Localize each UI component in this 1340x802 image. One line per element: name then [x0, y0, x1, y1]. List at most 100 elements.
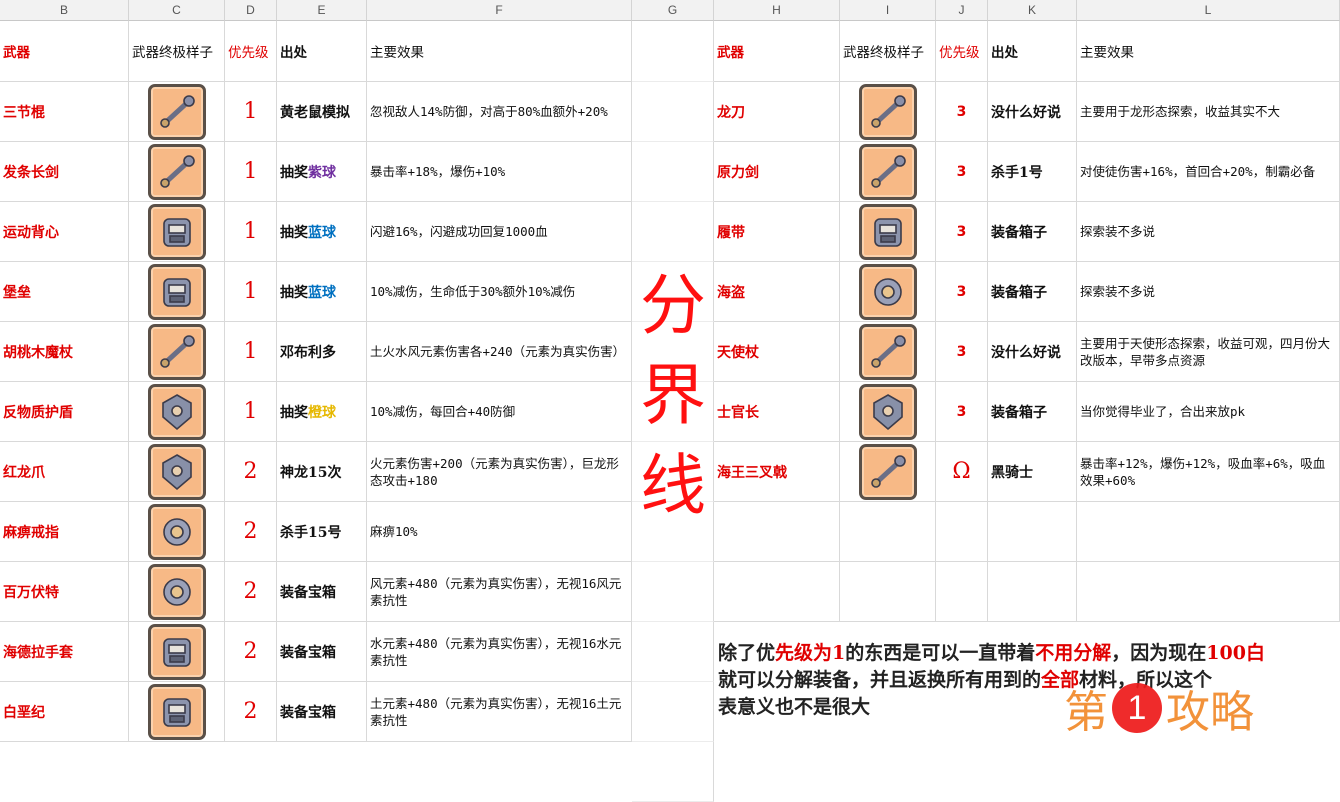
weapon-image-cell[interactable] [129, 442, 225, 502]
empty-cell[interactable] [988, 562, 1077, 622]
source-cell[interactable]: 黑骑士 [988, 442, 1077, 502]
column-header[interactable]: H [714, 0, 840, 21]
empty-cell[interactable] [714, 502, 840, 562]
header-effect[interactable]: 主要效果 [367, 21, 632, 82]
priority-cell[interactable]: 2 [225, 622, 277, 682]
effect-cell[interactable]: 忽视敌人14%防御，对高于80%血额外+20% [367, 82, 632, 142]
effect-cell[interactable]: 当你觉得毕业了，合出来放pk [1077, 382, 1340, 442]
effect-cell[interactable]: 暴击率+18%，爆伤+10% [367, 142, 632, 202]
header-look[interactable]: 武器终极样子 [840, 21, 936, 82]
weapon-image-cell[interactable] [129, 682, 225, 742]
empty-cell[interactable] [1077, 562, 1340, 622]
source-cell[interactable]: 杀手1号 [988, 142, 1077, 202]
empty-cell[interactable] [936, 562, 988, 622]
header-effect[interactable]: 主要效果 [1077, 21, 1340, 82]
column-header[interactable]: I [840, 0, 936, 21]
weapon-image-cell[interactable] [840, 382, 936, 442]
source-cell[interactable]: 黄老鼠模拟 [277, 82, 367, 142]
priority-cell[interactable]: 3 [936, 82, 988, 142]
weapon-image-cell[interactable] [129, 82, 225, 142]
header-weapon[interactable]: 武器 [0, 21, 129, 82]
weapon-image-cell[interactable] [129, 262, 225, 322]
weapon-name-cell[interactable]: 胡桃木魔杖 [0, 322, 129, 382]
weapon-name-cell[interactable]: 运动背心 [0, 202, 129, 262]
column-header[interactable]: L [1077, 0, 1340, 21]
source-cell[interactable]: 杀手15号 [277, 502, 367, 562]
source-cell[interactable]: 抽奖 橙球 [277, 382, 367, 442]
weapon-name-cell[interactable]: 龙刀 [714, 82, 840, 142]
effect-cell[interactable]: 主要用于天使形态探索，收益可观，四月份大改版本，早带多点资源 [1077, 322, 1340, 382]
weapon-image-cell[interactable] [129, 622, 225, 682]
header-source[interactable]: 出处 [277, 21, 367, 82]
weapon-image-cell[interactable] [840, 442, 936, 502]
priority-cell[interactable]: 3 [936, 382, 988, 442]
weapon-name-cell[interactable]: 士官长 [714, 382, 840, 442]
source-cell[interactable]: 装备箱子 [988, 202, 1077, 262]
effect-cell[interactable]: 探索装不多说 [1077, 202, 1340, 262]
priority-cell[interactable]: 1 [225, 322, 277, 382]
weapon-image-cell[interactable] [129, 322, 225, 382]
effect-cell[interactable]: 闪避16%，闪避成功回复1000血 [367, 202, 632, 262]
weapon-image-cell[interactable] [840, 322, 936, 382]
priority-cell[interactable]: 3 [936, 262, 988, 322]
weapon-name-cell[interactable]: 麻痹戒指 [0, 502, 129, 562]
effect-cell[interactable]: 水元素+480（元素为真实伤害），无视16水元素抗性 [367, 622, 632, 682]
priority-cell[interactable]: 1 [225, 262, 277, 322]
weapon-name-cell[interactable]: 堡垒 [0, 262, 129, 322]
weapon-image-cell[interactable] [840, 202, 936, 262]
effect-cell[interactable]: 麻痹10% [367, 502, 632, 562]
weapon-name-cell[interactable]: 百万伏特 [0, 562, 129, 622]
header-weapon[interactable]: 武器 [714, 21, 840, 82]
weapon-name-cell[interactable]: 履带 [714, 202, 840, 262]
priority-cell[interactable]: 3 [936, 142, 988, 202]
weapon-image-cell[interactable] [840, 142, 936, 202]
weapon-name-cell[interactable]: 反物质护盾 [0, 382, 129, 442]
weapon-image-cell[interactable] [129, 142, 225, 202]
weapon-name-cell[interactable]: 发条长剑 [0, 142, 129, 202]
weapon-image-cell[interactable] [840, 262, 936, 322]
effect-cell[interactable]: 暴击率+12%，爆伤+12%，吸血率+6%，吸血效果+60% [1077, 442, 1340, 502]
weapon-image-cell[interactable] [129, 382, 225, 442]
source-cell[interactable]: 神龙15次 [277, 442, 367, 502]
priority-cell[interactable]: 2 [225, 562, 277, 622]
source-cell[interactable]: 装备箱子 [988, 382, 1077, 442]
weapon-name-cell[interactable]: 海王三叉戟 [714, 442, 840, 502]
empty-cell[interactable] [988, 502, 1077, 562]
weapon-image-cell[interactable] [129, 502, 225, 562]
weapon-name-cell[interactable]: 海德拉手套 [0, 622, 129, 682]
effect-cell[interactable]: 火元素伤害+200（元素为真实伤害），巨龙形态攻击+180 [367, 442, 632, 502]
effect-cell[interactable]: 对使徒伤害+16%，首回合+20%，制霸必备 [1077, 142, 1340, 202]
priority-cell[interactable]: Ω [936, 442, 988, 502]
effect-cell[interactable]: 10%减伤，每回合+40防御 [367, 382, 632, 442]
column-header[interactable]: K [988, 0, 1077, 21]
source-cell[interactable]: 邓布利多 [277, 322, 367, 382]
source-cell[interactable]: 装备宝箱 [277, 682, 367, 742]
empty-cell[interactable] [840, 562, 936, 622]
column-header[interactable]: F [367, 0, 632, 21]
empty-cell[interactable] [1077, 502, 1340, 562]
priority-cell[interactable]: 3 [936, 202, 988, 262]
priority-cell[interactable]: 2 [225, 442, 277, 502]
effect-cell[interactable]: 探索装不多说 [1077, 262, 1340, 322]
source-cell[interactable]: 装备宝箱 [277, 622, 367, 682]
weapon-image-cell[interactable] [129, 202, 225, 262]
priority-cell[interactable]: 3 [936, 322, 988, 382]
effect-cell[interactable]: 土元素+480（元素为真实伤害），无视16土元素抗性 [367, 682, 632, 742]
source-cell[interactable]: 没什么好说 [988, 322, 1077, 382]
column-header[interactable]: D [225, 0, 277, 21]
weapon-name-cell[interactable]: 天使杖 [714, 322, 840, 382]
header-priority[interactable]: 优先级 [936, 21, 988, 82]
priority-cell[interactable]: 2 [225, 682, 277, 742]
effect-cell[interactable]: 主要用于龙形态探索，收益其实不大 [1077, 82, 1340, 142]
weapon-image-cell[interactable] [129, 562, 225, 622]
empty-cell[interactable] [840, 502, 936, 562]
priority-cell[interactable]: 1 [225, 142, 277, 202]
priority-cell[interactable]: 2 [225, 502, 277, 562]
effect-cell[interactable]: 10%减伤，生命低于30%额外10%减伤 [367, 262, 632, 322]
source-cell[interactable]: 抽奖 蓝球 [277, 202, 367, 262]
priority-cell[interactable]: 1 [225, 382, 277, 442]
effect-cell[interactable]: 风元素+480（元素为真实伤害），无视16风元素抗性 [367, 562, 632, 622]
column-header[interactable]: C [129, 0, 225, 21]
header-priority[interactable]: 优先级 [225, 21, 277, 82]
weapon-name-cell[interactable]: 白垩纪 [0, 682, 129, 742]
